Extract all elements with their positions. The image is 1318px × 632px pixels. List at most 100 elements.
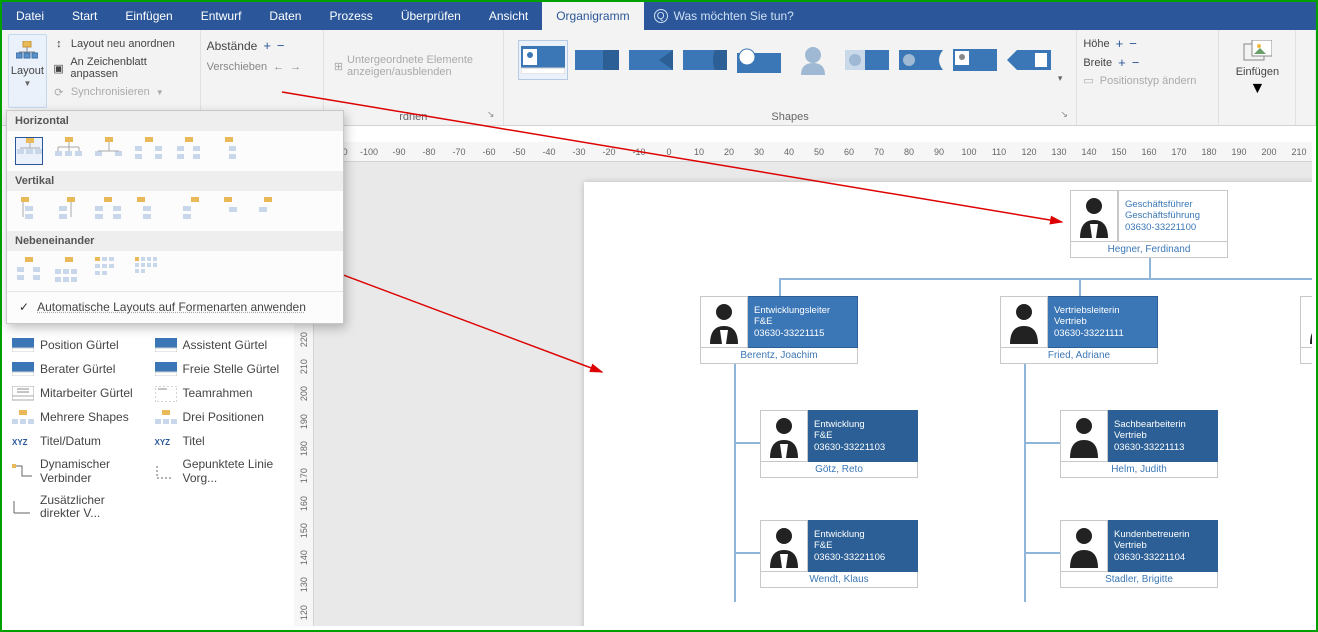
arrow-right-icon[interactable]: →: [290, 61, 301, 73]
group-expand-icon[interactable]: ↘: [487, 109, 499, 121]
layout-option-v1[interactable]: [15, 197, 43, 225]
connector: [779, 278, 1312, 280]
spacing-control[interactable]: Abstände+−: [207, 34, 317, 57]
auto-layout-toggle[interactable]: ✓ Automatische Layouts auf Formenarten a…: [7, 291, 343, 323]
shape-label: Mehrere Shapes: [40, 411, 129, 425]
insert-button[interactable]: Einfügen ▼: [1225, 34, 1289, 98]
layout-option-h5[interactable]: [175, 137, 203, 165]
sync-button[interactable]: ⟳Synchronisieren▼: [51, 82, 194, 102]
minus-icon[interactable]: −: [1129, 36, 1137, 51]
layout-option-n3[interactable]: [95, 257, 123, 285]
shape-style-8[interactable]: [896, 40, 946, 80]
shape-icon: [155, 410, 177, 426]
org-node[interactable]: EntwicklungF&E03630-33221106Wendt, Klaus: [760, 520, 918, 588]
shape-style-2[interactable]: [572, 40, 622, 80]
layout-option-v6[interactable]: [215, 197, 243, 225]
shape-teamrahmen[interactable]: Teamrahmen: [149, 382, 292, 406]
width-control[interactable]: Breite +−: [1083, 53, 1212, 72]
shape-mitarbeiter-guertel[interactable]: Mitarbeiter Gürtel: [6, 382, 149, 406]
tab-prozess[interactable]: Prozess: [315, 2, 386, 30]
fit-page-button[interactable]: ▣An Zeichenblatt anpassen: [51, 54, 194, 82]
org-node[interactable]: ProduktionsmanagerProduktion03630-332211…: [1300, 296, 1312, 364]
layout-option-h2[interactable]: [55, 137, 83, 165]
move-label: Verschieben: [207, 61, 268, 73]
arrow-left-icon[interactable]: ←: [273, 61, 284, 73]
width-label: Breite: [1083, 57, 1112, 69]
shape-label: Dynamischer Verbinder: [40, 458, 143, 486]
shape-freie-stelle[interactable]: Freie Stelle Gürtel: [149, 358, 292, 382]
minus-icon[interactable]: −: [1132, 55, 1140, 70]
height-control[interactable]: Höhe+−: [1083, 34, 1212, 53]
tab-entwurf[interactable]: Entwurf: [187, 2, 256, 30]
plus-icon[interactable]: +: [1118, 55, 1126, 70]
shape-titel[interactable]: XYZTitel: [149, 430, 292, 454]
tab-ueberpruefen[interactable]: Überprüfen: [387, 2, 475, 30]
org-node-ceo[interactable]: GeschäftsführerGeschäftsführung03630-332…: [1070, 190, 1228, 258]
layout-option-v7[interactable]: [255, 197, 283, 225]
layout-button[interactable]: Layout ▼: [8, 34, 47, 108]
layout-option-v2[interactable]: [55, 197, 83, 225]
gallery-more-icon[interactable]: ▾: [1058, 73, 1063, 84]
layout-option-v4[interactable]: [135, 197, 163, 225]
tab-daten[interactable]: Daten: [255, 2, 315, 30]
layout-icon: [16, 41, 38, 63]
shape-style-4[interactable]: [680, 40, 730, 80]
shape-style-5[interactable]: [734, 40, 784, 80]
org-node[interactable]: KundenbetreuerinVertrieb03630-33221104St…: [1060, 520, 1218, 588]
tab-ansicht[interactable]: Ansicht: [475, 2, 542, 30]
layout-option-n4[interactable]: [135, 257, 163, 285]
shape-style-9[interactable]: [950, 40, 1000, 80]
tab-datei[interactable]: Datei: [2, 2, 58, 30]
layout-option-n2[interactable]: [55, 257, 83, 285]
vertical-options: [7, 191, 343, 231]
org-node[interactable]: EntwicklungsleiterF&E03630-33221115Beren…: [700, 296, 858, 364]
plus-icon[interactable]: +: [263, 38, 271, 53]
tab-start[interactable]: Start: [58, 2, 111, 30]
toggle-subordinates[interactable]: ⊞Untergeordnete Elemente anzeigen/ausble…: [330, 34, 497, 78]
shape-label: Zusätzlicher direkter V...: [40, 494, 143, 522]
shape-zusaetzlicher-direkter[interactable]: Zusätzlicher direkter V...: [6, 490, 149, 526]
layout-option-h3[interactable]: [95, 137, 123, 165]
tab-einfugen[interactable]: Einfügen: [111, 2, 186, 30]
shape-dyn-verbinder[interactable]: Dynamischer Verbinder: [6, 454, 149, 490]
shape-style-7[interactable]: [842, 40, 892, 80]
shape-gepunktete-linie[interactable]: Gepunktete Linie Vorg...: [149, 454, 292, 490]
shape-icon: [12, 464, 34, 480]
org-node[interactable]: EntwicklungF&E03630-33221103Götz, Reto: [760, 410, 918, 478]
layout-option-h6[interactable]: [215, 137, 243, 165]
shape-label: Titel: [183, 435, 205, 449]
node-dept: Geschäftsführung: [1125, 210, 1221, 221]
layout-option-v3[interactable]: [95, 197, 123, 225]
shape-style-3[interactable]: [626, 40, 676, 80]
layout-option-n1[interactable]: [15, 257, 43, 285]
shape-mehrere-shapes[interactable]: Mehrere Shapes: [6, 406, 149, 430]
shape-berater-guertel[interactable]: Berater Gürtel: [6, 358, 149, 382]
drawing-page[interactable]: GeschäftsführerGeschäftsführung03630-332…: [584, 182, 1312, 626]
layout-option-v5[interactable]: [175, 197, 203, 225]
group-expand-icon[interactable]: ↘: [1060, 109, 1072, 121]
plus-icon[interactable]: +: [1116, 36, 1124, 51]
shape-drei-positionen[interactable]: Drei Positionen: [149, 406, 292, 430]
drawing-canvas[interactable]: GeschäftsführerGeschäftsführung03630-332…: [314, 162, 1312, 626]
shape-style-6[interactable]: [788, 40, 838, 80]
layout-option-h4[interactable]: [135, 137, 163, 165]
shape-assistent-guertel[interactable]: Assistent Gürtel: [149, 334, 292, 358]
org-node[interactable]: VertriebsleiterinVertrieb03630-33221111F…: [1000, 296, 1158, 364]
toggle-sub-label: Untergeordnete Elemente anzeigen/ausblen…: [347, 54, 493, 78]
layout-option-h1[interactable]: [15, 137, 43, 165]
org-node[interactable]: SachbearbeiterinVertrieb03630-33221113He…: [1060, 410, 1218, 478]
minus-icon[interactable]: −: [277, 38, 285, 53]
node-dept: Vertrieb: [1054, 316, 1151, 327]
node-phone: 03630-33221100: [1125, 222, 1221, 233]
tab-organigramm[interactable]: Organigramm: [542, 2, 643, 30]
tell-me-search[interactable]: Q Was möchten Sie tun?: [644, 2, 804, 30]
person-photo: [1300, 296, 1312, 348]
shape-style-1[interactable]: [518, 40, 568, 80]
shape-style-10[interactable]: [1004, 40, 1054, 80]
node-title: Entwicklung: [814, 419, 911, 430]
shape-position-guertel[interactable]: Position Gürtel: [6, 334, 149, 358]
shape-icon: [155, 338, 177, 354]
reorder-layout-button[interactable]: ↕Layout neu anordnen: [51, 34, 194, 54]
position-type-button[interactable]: ▭Positionstyp ändern: [1083, 72, 1212, 89]
shape-titel-datum[interactable]: XYZTitel/Datum: [6, 430, 149, 454]
